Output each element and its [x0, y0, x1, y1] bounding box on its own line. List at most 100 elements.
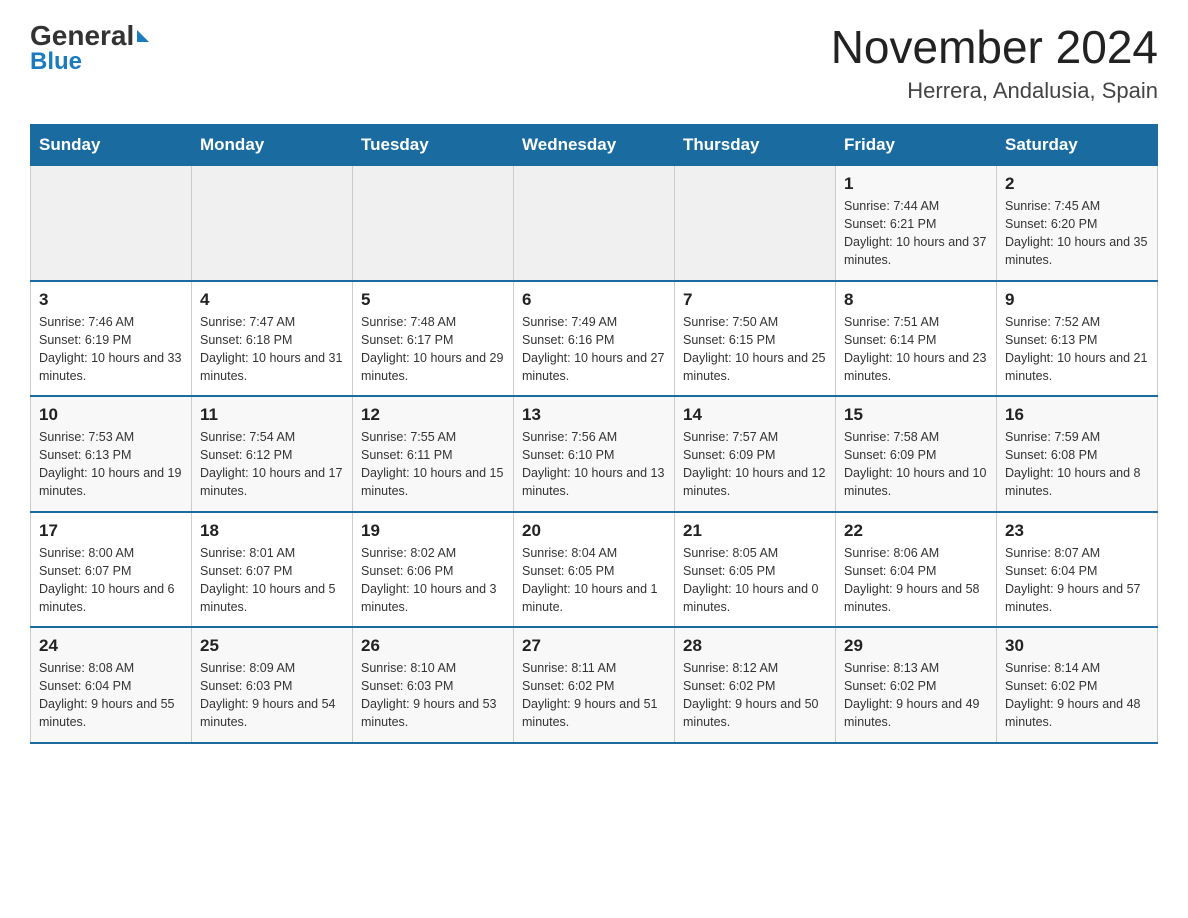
- title-section: November 2024 Herrera, Andalusia, Spain: [831, 20, 1158, 104]
- day-number: 8: [844, 290, 988, 310]
- day-number: 4: [200, 290, 344, 310]
- day-info: Sunrise: 7:57 AM Sunset: 6:09 PM Dayligh…: [683, 428, 827, 501]
- calendar-cell: 19 Sunrise: 8:02 AM Sunset: 6:06 PM Dayli…: [353, 512, 514, 628]
- day-info: Sunrise: 8:11 AM Sunset: 6:02 PM Dayligh…: [522, 659, 666, 732]
- day-info: Sunrise: 7:44 AM Sunset: 6:21 PM Dayligh…: [844, 197, 988, 270]
- day-info: Sunrise: 8:07 AM Sunset: 6:04 PM Dayligh…: [1005, 544, 1149, 617]
- calendar-cell: 22 Sunrise: 8:06 AM Sunset: 6:04 PM Dayli…: [836, 512, 997, 628]
- day-number: 24: [39, 636, 183, 656]
- day-number: 28: [683, 636, 827, 656]
- calendar-cell: [192, 166, 353, 281]
- calendar-table: Sunday Monday Tuesday Wednesday Thursday…: [30, 124, 1158, 744]
- day-number: 27: [522, 636, 666, 656]
- calendar-cell: 23 Sunrise: 8:07 AM Sunset: 6:04 PM Dayli…: [997, 512, 1158, 628]
- day-info: Sunrise: 8:13 AM Sunset: 6:02 PM Dayligh…: [844, 659, 988, 732]
- calendar-cell: 3 Sunrise: 7:46 AM Sunset: 6:19 PM Daylig…: [31, 281, 192, 397]
- day-info: Sunrise: 7:54 AM Sunset: 6:12 PM Dayligh…: [200, 428, 344, 501]
- calendar-cell: 16 Sunrise: 7:59 AM Sunset: 6:08 PM Dayli…: [997, 396, 1158, 512]
- day-number: 13: [522, 405, 666, 425]
- calendar-cell: [31, 166, 192, 281]
- calendar-cell: 24 Sunrise: 8:08 AM Sunset: 6:04 PM Dayli…: [31, 627, 192, 743]
- calendar-week-row: 1 Sunrise: 7:44 AM Sunset: 6:21 PM Daylig…: [31, 166, 1158, 281]
- day-number: 23: [1005, 521, 1149, 541]
- day-info: Sunrise: 7:56 AM Sunset: 6:10 PM Dayligh…: [522, 428, 666, 501]
- calendar-cell: 7 Sunrise: 7:50 AM Sunset: 6:15 PM Daylig…: [675, 281, 836, 397]
- day-info: Sunrise: 8:06 AM Sunset: 6:04 PM Dayligh…: [844, 544, 988, 617]
- day-number: 10: [39, 405, 183, 425]
- day-number: 12: [361, 405, 505, 425]
- col-monday: Monday: [192, 125, 353, 166]
- calendar-week-row: 24 Sunrise: 8:08 AM Sunset: 6:04 PM Dayli…: [31, 627, 1158, 743]
- calendar-cell: 6 Sunrise: 7:49 AM Sunset: 6:16 PM Daylig…: [514, 281, 675, 397]
- day-number: 11: [200, 405, 344, 425]
- day-number: 6: [522, 290, 666, 310]
- day-info: Sunrise: 7:49 AM Sunset: 6:16 PM Dayligh…: [522, 313, 666, 386]
- weekday-header-row: Sunday Monday Tuesday Wednesday Thursday…: [31, 125, 1158, 166]
- day-number: 15: [844, 405, 988, 425]
- calendar-cell: 2Sunrise: 7:45 AM Sunset: 6:20 PM Daylig…: [997, 166, 1158, 281]
- day-info: Sunrise: 8:12 AM Sunset: 6:02 PM Dayligh…: [683, 659, 827, 732]
- day-number: 9: [1005, 290, 1149, 310]
- calendar-cell: [514, 166, 675, 281]
- day-number: 22: [844, 521, 988, 541]
- day-info: Sunrise: 8:00 AM Sunset: 6:07 PM Dayligh…: [39, 544, 183, 617]
- day-number: 19: [361, 521, 505, 541]
- day-number: 21: [683, 521, 827, 541]
- day-number: 7: [683, 290, 827, 310]
- calendar-cell: 15Sunrise: 7:58 AM Sunset: 6:09 PM Dayli…: [836, 396, 997, 512]
- calendar-cell: 11 Sunrise: 7:54 AM Sunset: 6:12 PM Dayli…: [192, 396, 353, 512]
- day-number: 3: [39, 290, 183, 310]
- day-number: 5: [361, 290, 505, 310]
- day-info: Sunrise: 7:59 AM Sunset: 6:08 PM Dayligh…: [1005, 428, 1149, 501]
- calendar-cell: 20Sunrise: 8:04 AM Sunset: 6:05 PM Dayli…: [514, 512, 675, 628]
- calendar-cell: 1 Sunrise: 7:44 AM Sunset: 6:21 PM Daylig…: [836, 166, 997, 281]
- day-info: Sunrise: 8:09 AM Sunset: 6:03 PM Dayligh…: [200, 659, 344, 732]
- day-info: Sunrise: 7:45 AM Sunset: 6:20 PM Dayligh…: [1005, 197, 1149, 270]
- day-info: Sunrise: 8:02 AM Sunset: 6:06 PM Dayligh…: [361, 544, 505, 617]
- day-number: 26: [361, 636, 505, 656]
- day-info: Sunrise: 7:53 AM Sunset: 6:13 PM Dayligh…: [39, 428, 183, 501]
- calendar-cell: 30Sunrise: 8:14 AM Sunset: 6:02 PM Dayli…: [997, 627, 1158, 743]
- day-info: Sunrise: 7:46 AM Sunset: 6:19 PM Dayligh…: [39, 313, 183, 386]
- col-thursday: Thursday: [675, 125, 836, 166]
- day-info: Sunrise: 7:51 AM Sunset: 6:14 PM Dayligh…: [844, 313, 988, 386]
- calendar-cell: 8 Sunrise: 7:51 AM Sunset: 6:14 PM Daylig…: [836, 281, 997, 397]
- calendar-body: 1 Sunrise: 7:44 AM Sunset: 6:21 PM Daylig…: [31, 166, 1158, 743]
- logo: General Blue: [30, 20, 149, 76]
- calendar-cell: 21 Sunrise: 8:05 AM Sunset: 6:05 PM Dayli…: [675, 512, 836, 628]
- calendar-cell: 13 Sunrise: 7:56 AM Sunset: 6:10 PM Dayli…: [514, 396, 675, 512]
- calendar-cell: 26Sunrise: 8:10 AM Sunset: 6:03 PM Dayli…: [353, 627, 514, 743]
- calendar-cell: 29Sunrise: 8:13 AM Sunset: 6:02 PM Dayli…: [836, 627, 997, 743]
- logo-arrow-icon: [137, 30, 149, 42]
- day-number: 1: [844, 174, 988, 194]
- col-friday: Friday: [836, 125, 997, 166]
- day-number: 25: [200, 636, 344, 656]
- logo-blue-text: Blue: [30, 48, 82, 76]
- calendar-cell: 9Sunrise: 7:52 AM Sunset: 6:13 PM Daylig…: [997, 281, 1158, 397]
- day-number: 18: [200, 521, 344, 541]
- calendar-cell: 18 Sunrise: 8:01 AM Sunset: 6:07 PM Dayli…: [192, 512, 353, 628]
- col-saturday: Saturday: [997, 125, 1158, 166]
- day-info: Sunrise: 8:08 AM Sunset: 6:04 PM Dayligh…: [39, 659, 183, 732]
- calendar-cell: 4 Sunrise: 7:47 AM Sunset: 6:18 PM Daylig…: [192, 281, 353, 397]
- day-number: 20: [522, 521, 666, 541]
- day-number: 16: [1005, 405, 1149, 425]
- calendar-cell: 17Sunrise: 8:00 AM Sunset: 6:07 PM Dayli…: [31, 512, 192, 628]
- calendar-cell: 25 Sunrise: 8:09 AM Sunset: 6:03 PM Dayli…: [192, 627, 353, 743]
- day-info: Sunrise: 7:47 AM Sunset: 6:18 PM Dayligh…: [200, 313, 344, 386]
- col-tuesday: Tuesday: [353, 125, 514, 166]
- month-year-title: November 2024: [831, 20, 1158, 74]
- calendar-cell: [675, 166, 836, 281]
- day-info: Sunrise: 8:14 AM Sunset: 6:02 PM Dayligh…: [1005, 659, 1149, 732]
- day-number: 14: [683, 405, 827, 425]
- calendar-cell: 27 Sunrise: 8:11 AM Sunset: 6:02 PM Dayli…: [514, 627, 675, 743]
- day-info: Sunrise: 7:50 AM Sunset: 6:15 PM Dayligh…: [683, 313, 827, 386]
- day-info: Sunrise: 8:01 AM Sunset: 6:07 PM Dayligh…: [200, 544, 344, 617]
- calendar-cell: 12Sunrise: 7:55 AM Sunset: 6:11 PM Dayli…: [353, 396, 514, 512]
- calendar-cell: 10 Sunrise: 7:53 AM Sunset: 6:13 PM Dayli…: [31, 396, 192, 512]
- day-info: Sunrise: 8:05 AM Sunset: 6:05 PM Dayligh…: [683, 544, 827, 617]
- day-info: Sunrise: 7:48 AM Sunset: 6:17 PM Dayligh…: [361, 313, 505, 386]
- calendar-cell: 28 Sunrise: 8:12 AM Sunset: 6:02 PM Dayli…: [675, 627, 836, 743]
- calendar-week-row: 17Sunrise: 8:00 AM Sunset: 6:07 PM Dayli…: [31, 512, 1158, 628]
- calendar-week-row: 10 Sunrise: 7:53 AM Sunset: 6:13 PM Dayli…: [31, 396, 1158, 512]
